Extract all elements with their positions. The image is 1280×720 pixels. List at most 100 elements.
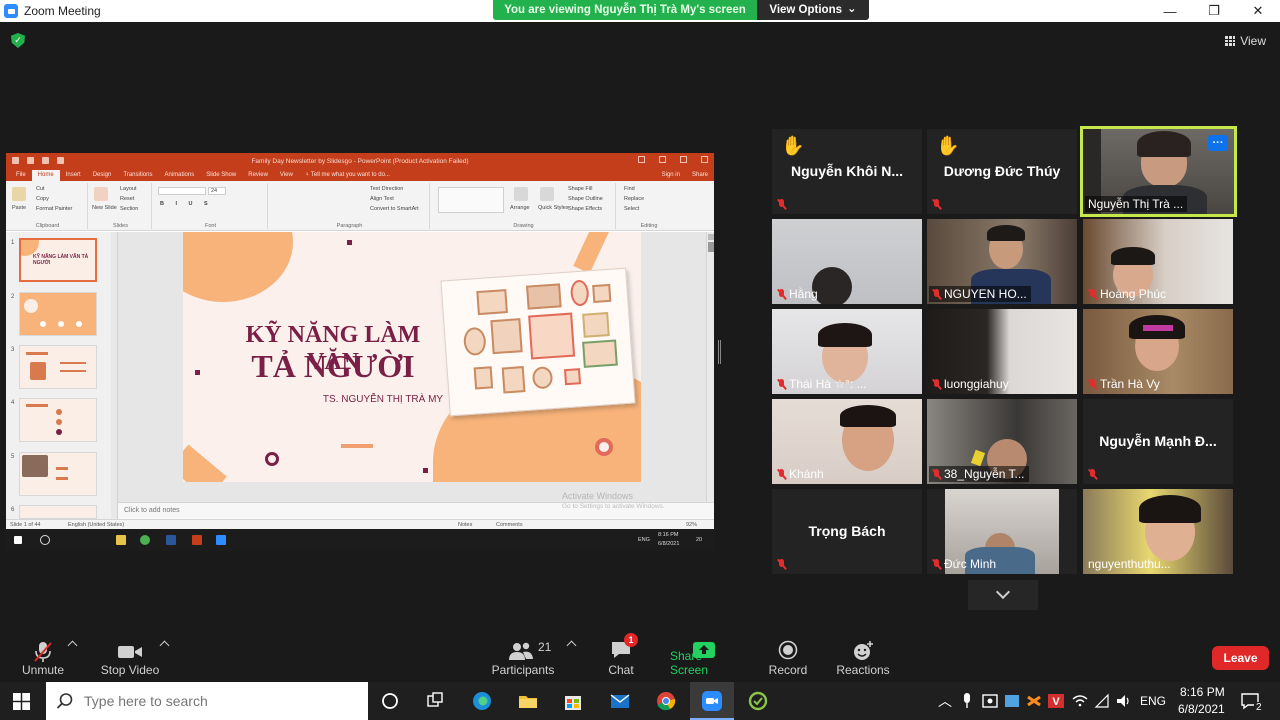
participants-button[interactable]: 21 Participants xyxy=(492,634,555,682)
chat-button[interactable]: 1 Chat xyxy=(604,633,638,682)
tray-volume-icon[interactable] xyxy=(1116,691,1132,711)
paste-label: Paste xyxy=(12,205,27,211)
participant-name: Trọng Bách xyxy=(808,523,886,539)
participant-tile[interactable]: Trần Hà Vy xyxy=(1083,309,1233,394)
new-slide-icon xyxy=(94,187,108,201)
mail-icon[interactable] xyxy=(610,691,630,711)
share-screen-button[interactable]: Share Screen xyxy=(670,634,738,682)
split-divider-handle[interactable] xyxy=(718,340,721,364)
stop-video-button[interactable]: Stop Video xyxy=(98,634,162,682)
task-view-icon[interactable] xyxy=(425,691,445,711)
new-slide-label: New Slide xyxy=(92,205,117,211)
participant-tile[interactable]: Đức Minh xyxy=(927,489,1077,574)
participant-tile[interactable]: Khánh xyxy=(772,399,922,484)
store-icon[interactable] xyxy=(563,691,583,711)
slide-scrollbar xyxy=(706,232,714,502)
participants-options-caret[interactable] xyxy=(566,640,577,651)
remote-explorer-icon xyxy=(116,535,126,545)
clock-time[interactable]: 8:16 PM xyxy=(1180,685,1225,699)
participant-label xyxy=(774,556,790,572)
audio-options-caret[interactable] xyxy=(67,640,78,651)
app-icon-green[interactable] xyxy=(748,691,768,711)
group-label-drawing: Drawing xyxy=(513,223,534,229)
file-explorer-icon[interactable] xyxy=(518,691,538,711)
taskbar-search[interactable] xyxy=(46,682,368,720)
encryption-shield-icon[interactable]: ✓ xyxy=(11,33,25,48)
search-input[interactable] xyxy=(84,693,344,709)
quick-styles-label: Quick Styles xyxy=(538,205,569,211)
minimize-button[interactable]: — xyxy=(1148,0,1192,22)
mic-muted-icon xyxy=(777,378,786,390)
view-button[interactable]: View xyxy=(1225,34,1266,48)
zoom-taskbar-button[interactable] xyxy=(690,682,734,720)
thumb-number: 1 xyxy=(11,240,15,246)
microphone-tray-icon[interactable] xyxy=(960,691,974,711)
participant-label-text: Thái Hà ☆°: ... xyxy=(789,377,867,391)
participant-tile[interactable]: Hằng xyxy=(772,219,922,304)
participant-tile[interactable]: Hoàng Phúc xyxy=(1083,219,1233,304)
participant-tile[interactable]: NGUYEN HO... xyxy=(927,219,1077,304)
windows-taskbar: ︿ V ENG 8:16 PM 6/8/2021 2 xyxy=(0,682,1280,720)
participant-tile[interactable]: Nguyễn Mạnh Đ... xyxy=(1083,399,1233,484)
chrome-icon[interactable] xyxy=(656,691,676,711)
tray-network-app-icon[interactable] xyxy=(1004,691,1020,711)
tray-vietkey-icon[interactable]: V xyxy=(1048,691,1064,711)
record-button[interactable]: Record xyxy=(768,634,808,682)
clock-date[interactable]: 6/8/2021 xyxy=(1178,702,1225,716)
edge-browser-icon[interactable] xyxy=(472,691,492,711)
participant-tile-active-speaker[interactable]: ··· Nguyễn Thị Trà ... xyxy=(1080,126,1237,217)
tray-wifi-icon[interactable] xyxy=(1072,691,1088,711)
participant-label-text: Hằng xyxy=(789,287,818,301)
close-button[interactable]: ✕ xyxy=(1236,0,1280,22)
raised-hand-icon: ✋ xyxy=(781,136,805,157)
comments-toggle: Comments xyxy=(496,522,523,528)
shape-outline-label: Shape Outline xyxy=(568,196,603,202)
thumb-number: 3 xyxy=(11,347,15,353)
reactions-button[interactable]: Reactions xyxy=(836,634,890,682)
ribbon-group-font: 24 B I U S Font xyxy=(154,183,268,229)
ppt-ribbon-tabs: File Home Insert Design Transitions Anim… xyxy=(6,169,714,181)
next-page-button[interactable] xyxy=(968,580,1038,610)
more-options-button[interactable]: ··· xyxy=(1208,135,1228,151)
align-text-label: Align Text xyxy=(370,196,394,202)
participant-tile[interactable]: Thái Hà ☆°: ... xyxy=(772,309,922,394)
chevron-down-icon: ⌄ xyxy=(847,2,857,15)
replace-label: Replace xyxy=(624,196,645,202)
participant-label xyxy=(1085,466,1101,482)
tray-app-icon[interactable] xyxy=(982,691,998,711)
view-options-button[interactable]: View Options ⌄ xyxy=(757,0,869,20)
shared-screen[interactable]: Family Day Newsletter by Slidesgo - Powe… xyxy=(6,153,714,551)
ppt-status-bar: Slide 1 of 44 English (United States) No… xyxy=(6,519,714,529)
participant-tile[interactable]: 38_Nguyễn T... xyxy=(927,399,1077,484)
participant-label: Nguyễn Thị Trà ... xyxy=(1085,196,1188,212)
current-slide: KỸ NĂNG LÀM VĂN TẢ NGƯỜI TS. NGUYỄN THỊ … xyxy=(183,232,641,482)
remote-powerpoint-icon xyxy=(192,535,202,545)
participant-tile[interactable]: luonggiahuy xyxy=(927,309,1077,394)
participant-tile[interactable]: nguyenthuthu... xyxy=(1083,489,1233,574)
restore-button[interactable]: ❐ xyxy=(1192,0,1236,22)
participant-tile[interactable]: ✋ Nguyễn Khôi N... xyxy=(772,129,922,214)
participant-tile[interactable]: Trọng Bách xyxy=(772,489,922,574)
tray-network-icon[interactable] xyxy=(1094,691,1110,711)
layout-label: Layout xyxy=(120,186,137,192)
tray-orange-icon[interactable] xyxy=(1026,691,1042,711)
tray-expand-icon[interactable]: ︿ xyxy=(938,691,952,711)
leave-button[interactable]: Leave xyxy=(1212,646,1269,670)
cortana-icon[interactable] xyxy=(380,691,400,711)
participant-label: Hằng xyxy=(774,286,822,302)
participant-tile[interactable]: ✋ Dương Đức Thúy xyxy=(927,129,1077,214)
participant-name: Nguyễn Khôi N... xyxy=(791,163,903,179)
copy-label: Copy xyxy=(36,196,49,202)
participant-label-text: Khánh xyxy=(789,467,824,481)
ppt-ribbon: Paste Cut Copy Format Painter Clipboard … xyxy=(6,181,714,231)
language-indicator[interactable]: ENG xyxy=(1140,694,1166,708)
mic-muted-icon xyxy=(1088,468,1097,480)
windows-start-icon[interactable] xyxy=(13,693,30,710)
unmute-button[interactable]: Unmute xyxy=(18,634,68,682)
record-icon xyxy=(778,640,798,660)
participant-label-text: Hoàng Phúc xyxy=(1100,287,1167,301)
ppt-restore-icon xyxy=(680,156,687,163)
mic-muted-icon xyxy=(777,468,786,480)
ppt-title-bar: Family Day Newsletter by Slidesgo - Powe… xyxy=(6,153,714,169)
participant-label-text: nguyenthuthu... xyxy=(1088,557,1171,571)
